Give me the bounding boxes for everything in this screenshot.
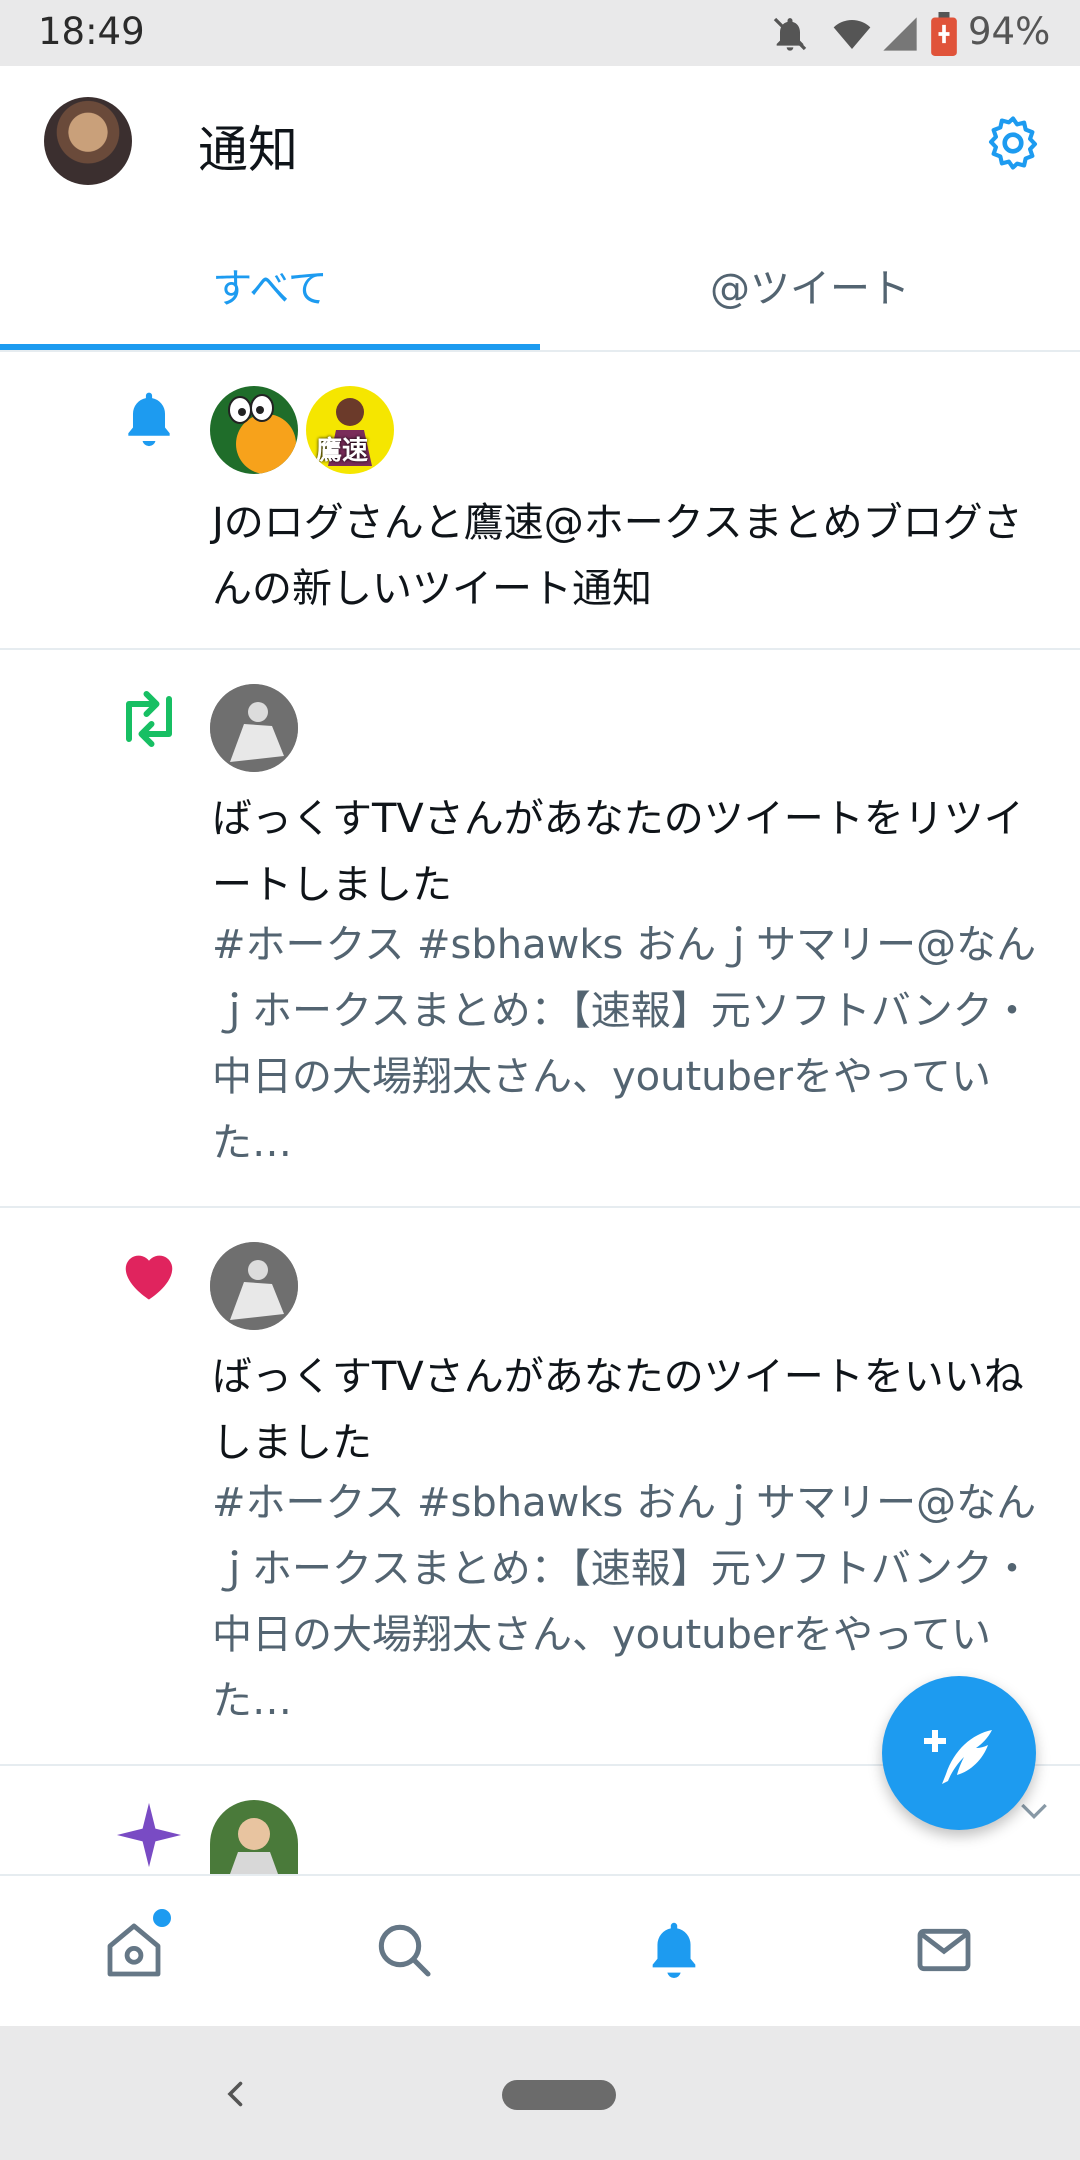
user-avatar[interactable]: [210, 386, 298, 474]
gear-icon[interactable]: [982, 112, 1044, 174]
app-header: [0, 66, 1080, 286]
avatar-badge-text: 鷹速: [316, 436, 369, 466]
notifications-bell-icon[interactable]: [642, 1918, 706, 1982]
messages-icon[interactable]: [912, 1918, 976, 1982]
cellular-icon: [880, 14, 920, 54]
user-avatar[interactable]: 鷹速: [306, 386, 394, 474]
back-icon[interactable]: [218, 2074, 254, 2114]
notification-text: Jのログさんと鷹速@ホークスまとめブログさんの新しいツイート通知: [212, 500, 1023, 612]
battery-icon: [930, 12, 958, 56]
user-avatar[interactable]: [210, 684, 298, 772]
home-pill-button[interactable]: [502, 2080, 616, 2110]
battery-level: 94%: [968, 10, 1051, 53]
notification-text: ばっくすTVさんがあなたのツイートをリツイートしました: [212, 796, 1024, 908]
new-content-badge: [150, 1906, 174, 1930]
tab-mentions[interactable]: @ツイート: [540, 256, 1080, 326]
retweet-icon: [114, 688, 184, 750]
tweet-preview: #ホークス #sbhawks おんｊサマリー@なんｊホークスまとめ：【速報】元ソ…: [212, 922, 1037, 1166]
notification-text: ばっくすTVさんがあなたのツイートをいいねしました: [212, 1354, 1024, 1466]
compose-tweet-button[interactable]: [882, 1676, 1036, 1830]
user-avatar[interactable]: [210, 1242, 298, 1330]
bell-icon: [118, 388, 180, 450]
profile-avatar[interactable]: [44, 97, 132, 185]
sparkle-icon: [114, 1800, 184, 1870]
heart-icon: [118, 1244, 180, 1306]
status-time: 18:49: [38, 10, 145, 53]
notifications-off-icon: [770, 14, 810, 54]
wifi-icon: [832, 14, 872, 54]
search-icon[interactable]: [372, 1918, 436, 1982]
page-title: 通知: [198, 121, 298, 179]
tab-all[interactable]: すべて: [0, 256, 540, 326]
